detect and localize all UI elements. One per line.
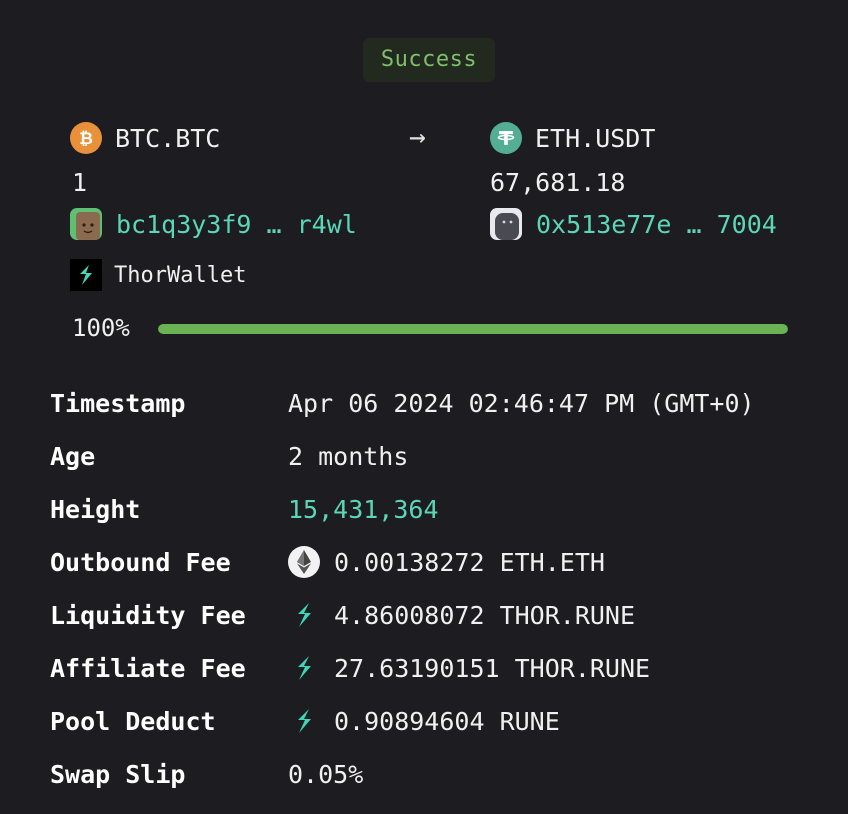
liquidity-fee-value: 4.86008072 THOR.RUNE xyxy=(334,600,636,630)
detail-affiliate-fee: Affiliate Fee 27.63190151 THOR.RUNE xyxy=(50,648,650,688)
affiliate-fee-value: 27.63190151 THOR.RUNE xyxy=(334,653,651,683)
age-value: 2 months xyxy=(288,441,409,471)
pool-deduct-value: 0.90894604 RUNE xyxy=(334,706,560,736)
detail-label: Outbound Fee xyxy=(50,547,231,577)
eth-icon xyxy=(288,546,320,578)
svg-text:₿: ₿ xyxy=(79,129,93,149)
to-asset[interactable]: ETH.USDT xyxy=(490,122,655,154)
rune-icon xyxy=(288,652,320,684)
to-amount: 67,681.18 xyxy=(490,168,626,197)
timestamp-value: Apr 06 2024 02:46:47 PM (GMT+0) xyxy=(288,388,755,418)
detail-label: Swap Slip xyxy=(50,759,186,789)
detail-liquidity-fee: Liquidity Fee 4.86008072 THOR.RUNE xyxy=(50,595,635,635)
swap-slip-value: 0.05% xyxy=(288,759,364,789)
bitcoin-icon: ₿ xyxy=(70,122,102,154)
status-badge: Success xyxy=(363,38,495,82)
progress-fill xyxy=(158,324,788,334)
from-address-link[interactable]: bc1q3y3f9 … r4wl xyxy=(70,208,357,240)
from-amount: 1 xyxy=(72,168,88,197)
progress-label: 100% xyxy=(72,314,130,342)
rune-icon xyxy=(288,599,320,631)
detail-label: Liquidity Fee xyxy=(50,600,246,630)
wallet-info: ThorWallet xyxy=(70,259,246,291)
to-address: 0x513e77e … 7004 xyxy=(536,209,777,239)
detail-label: Pool Deduct xyxy=(50,706,216,736)
detail-label: Height xyxy=(50,494,141,524)
thorwallet-logo-icon xyxy=(70,259,102,291)
detail-label: Affiliate Fee xyxy=(50,653,246,683)
height-link[interactable]: 15,431,364 xyxy=(288,495,439,524)
tether-icon xyxy=(490,122,522,154)
detail-age: Age 2 months xyxy=(50,436,408,476)
outbound-fee-value: 0.00138272 ETH.ETH xyxy=(334,547,605,577)
to-address-link[interactable]: 0x513e77e … 7004 xyxy=(490,208,777,240)
avatar xyxy=(490,208,522,240)
wallet-name: ThorWallet xyxy=(114,262,247,288)
detail-swap-slip: Swap Slip 0.05% xyxy=(50,754,363,794)
from-asset[interactable]: ₿ BTC.BTC xyxy=(70,122,220,154)
to-asset-label: ETH.USDT xyxy=(535,123,656,153)
detail-label: Timestamp xyxy=(50,388,186,418)
from-asset-label: BTC.BTC xyxy=(115,123,221,153)
avatar xyxy=(70,208,102,240)
arrow-right-icon: → xyxy=(409,120,426,153)
detail-pool-deduct: Pool Deduct 0.90894604 RUNE xyxy=(50,701,560,741)
detail-outbound-fee: Outbound Fee 0.00138272 ETH.ETH xyxy=(50,542,605,582)
from-address: bc1q3y3f9 … r4wl xyxy=(116,209,357,239)
rune-icon xyxy=(288,705,320,737)
detail-label: Age xyxy=(50,441,96,471)
progress-bar xyxy=(158,324,788,334)
detail-height: Height 15,431,364 xyxy=(50,489,439,529)
detail-timestamp: Timestamp Apr 06 2024 02:46:47 PM (GMT+0… xyxy=(50,383,755,423)
